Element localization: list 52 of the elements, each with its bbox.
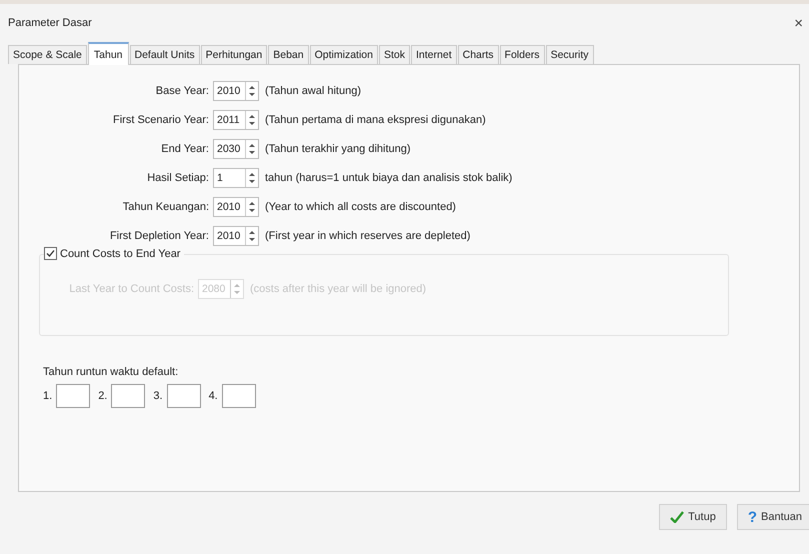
- spin-field[interactable]: 2030: [213, 139, 259, 159]
- spin-field[interactable]: 1: [213, 168, 259, 188]
- tab[interactable]: Beban: [268, 45, 309, 64]
- tab[interactable]: Default Units: [130, 45, 200, 64]
- question-icon: ?: [748, 508, 758, 526]
- field-label: First Scenario Year:: [112, 114, 210, 126]
- field-label: Tahun Keuangan:: [122, 201, 210, 213]
- check-icon: [46, 249, 55, 258]
- field-label: 2.: [98, 390, 108, 402]
- close-dialog-button[interactable]: Tutup: [659, 504, 727, 530]
- spinner-arrows-icon[interactable]: [245, 198, 258, 216]
- spin-field[interactable]: 2010: [213, 226, 259, 246]
- spinner-arrows-icon[interactable]: [245, 140, 258, 158]
- year-field[interactable]: [222, 384, 256, 408]
- spinner-arrows-icon[interactable]: [245, 111, 258, 129]
- field-hint: (Tahun terakhir yang dihitung): [264, 143, 412, 155]
- year-field[interactable]: [56, 384, 90, 408]
- tab[interactable]: Internet: [411, 45, 457, 64]
- close-button[interactable]: ×: [794, 14, 803, 32]
- field-hint: (Tahun awal hitung): [264, 85, 362, 97]
- tab[interactable]: Perhitungan: [200, 45, 268, 64]
- help-button[interactable]: ? Bantuan: [736, 504, 809, 530]
- spinner-arrows-icon[interactable]: [245, 82, 258, 100]
- tab[interactable]: Scope & Scale: [8, 45, 87, 64]
- year-field[interactable]: [166, 384, 201, 408]
- tab[interactable]: Tahun: [88, 42, 128, 65]
- spin-field[interactable]: 2010: [213, 81, 259, 101]
- field-hint: tahun (harus=1 untuk biaya dan analisis stok balik): [264, 172, 514, 184]
- field-hint: (First year in which reserves are depleted): [264, 230, 472, 242]
- tab[interactable]: Security: [546, 45, 594, 64]
- spinner-arrows-icon[interactable]: [245, 227, 258, 245]
- tab[interactable]: Optimization: [310, 45, 378, 64]
- spinner-arrows-icon[interactable]: [245, 169, 258, 187]
- field-label: Hasil Setiap:: [146, 172, 210, 184]
- tab[interactable]: Stok: [378, 45, 410, 64]
- field-hint: (Tahun pertama di mana ekspresi digunakan): [264, 114, 487, 126]
- year-field[interactable]: [111, 384, 146, 408]
- count-costs-checkbox[interactable]: Count Costs to End Year: [44, 247, 184, 260]
- tab[interactable]: Charts: [458, 45, 499, 64]
- check-icon: [670, 511, 684, 523]
- section-label: Tahun runtun waktu default:: [43, 366, 180, 378]
- tab[interactable]: Folders: [500, 45, 545, 64]
- spin-field[interactable]: 2011: [213, 110, 259, 130]
- field-label: End Year:: [160, 143, 210, 155]
- field-label: First Depletion Year:: [108, 230, 210, 242]
- field-label: 1.: [43, 390, 52, 402]
- field-label: 3.: [153, 390, 163, 402]
- spin-field[interactable]: 2010: [213, 197, 259, 217]
- field-label: Base Year:: [154, 85, 210, 97]
- field-hint: (Year to which all costs are discounted): [264, 201, 457, 213]
- field-label: 4.: [208, 390, 218, 402]
- window-title: Parameter Dasar: [8, 17, 92, 29]
